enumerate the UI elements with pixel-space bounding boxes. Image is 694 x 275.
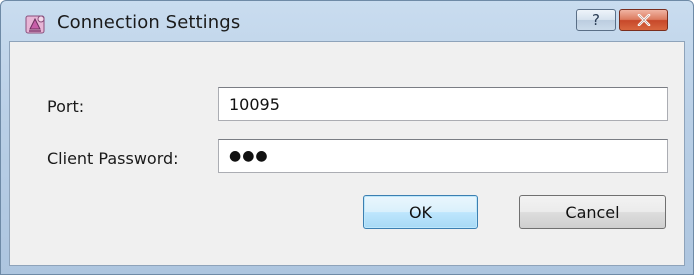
close-icon	[637, 14, 651, 26]
port-value: 10095	[229, 94, 280, 114]
title-bar[interactable]: Connection Settings ?	[1, 1, 693, 41]
port-label: Port:	[47, 97, 85, 116]
dialog-body: Port: 10095 Client Password: ●●● OK Canc…	[9, 41, 685, 266]
close-button[interactable]	[619, 9, 668, 31]
cancel-button[interactable]: Cancel	[519, 195, 666, 229]
window-title: Connection Settings	[57, 12, 241, 33]
password-masked-value: ●●●	[229, 148, 269, 164]
client-password-input[interactable]: ●●●	[218, 139, 668, 173]
connection-app-icon	[25, 13, 47, 35]
connection-settings-dialog: Connection Settings ? Port: 10095 Client…	[0, 0, 694, 275]
help-button[interactable]: ?	[576, 9, 616, 31]
client-password-label: Client Password:	[47, 149, 179, 168]
help-icon: ?	[592, 11, 600, 29]
ok-button[interactable]: OK	[363, 195, 478, 229]
port-input[interactable]: 10095	[218, 87, 668, 121]
